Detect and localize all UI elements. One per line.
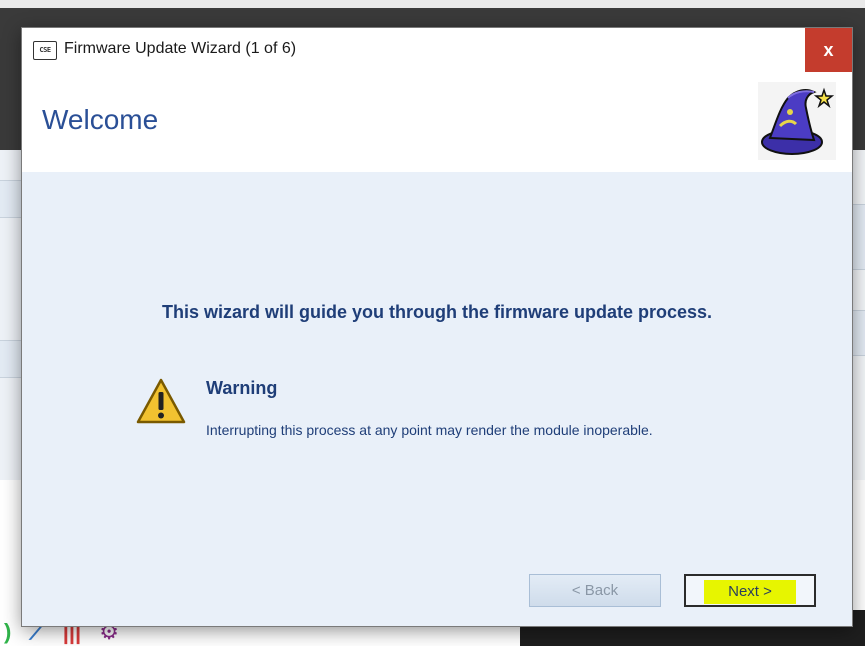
background-right-row (851, 310, 865, 356)
warning-text: Interrupting this process at any point m… (206, 422, 653, 438)
signal-icon: ) (4, 619, 12, 644)
next-button[interactable]: Next > (684, 574, 816, 607)
back-button[interactable]: < Back (529, 574, 661, 607)
close-button[interactable]: x (805, 28, 852, 72)
background-right-row (851, 204, 865, 270)
title-bar: CSE Firmware Update Wizard (1 of 6) x (22, 28, 852, 72)
background-right-panel (850, 150, 865, 480)
wizard-header: Welcome (22, 72, 852, 172)
firmware-update-wizard-dialog: CSE Firmware Update Wizard (1 of 6) x We… (22, 28, 852, 626)
warning-triangle-icon (136, 378, 186, 424)
close-icon: x (823, 40, 834, 60)
background-top-edge (0, 0, 865, 8)
wizard-hat-icon (758, 82, 836, 160)
background-left-row (0, 340, 22, 378)
intro-text: This wizard will guide you through the f… (161, 302, 713, 322)
background-left-row (0, 180, 22, 218)
window-title: Firmware Update Wizard (1 of 6) (64, 40, 297, 57)
wizard-content: This wizard will guide you through the f… (22, 172, 852, 626)
next-button-label: Next > (704, 580, 796, 604)
back-button-label: < Back (571, 582, 619, 599)
background-left-panel (0, 150, 23, 480)
page-title: Welcome (42, 104, 159, 135)
warning-title: Warning (206, 378, 278, 398)
app-icon: CSE (33, 41, 57, 60)
